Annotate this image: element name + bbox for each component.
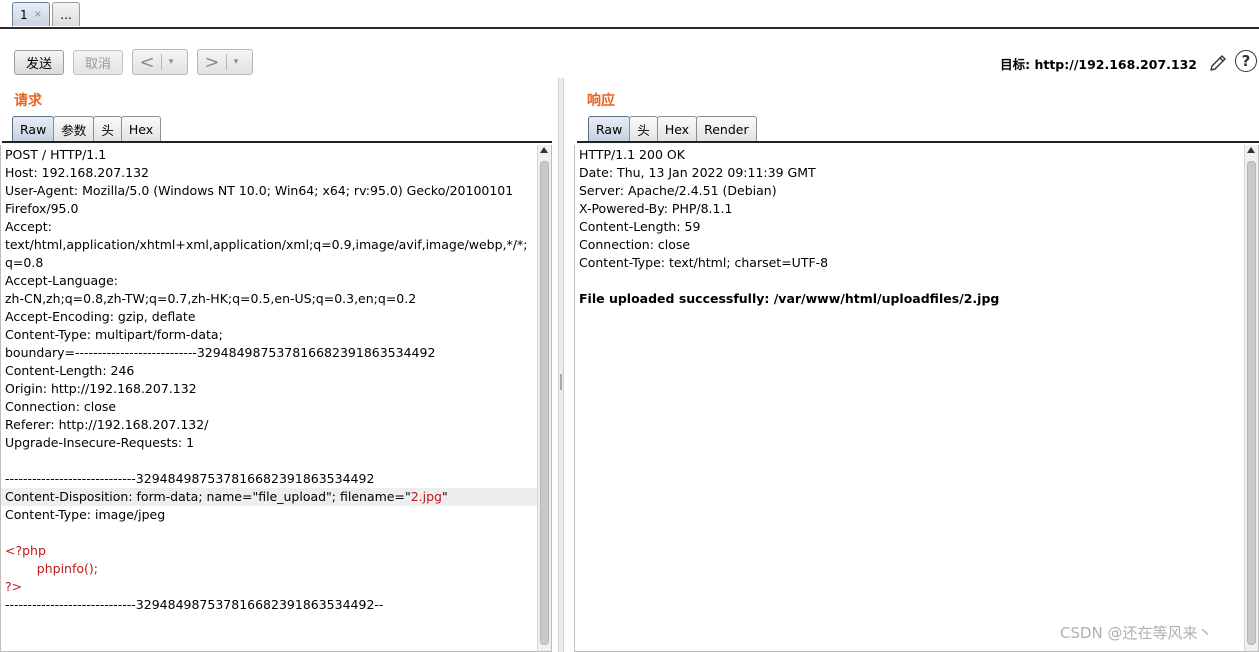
target-url: http://192.168.207.132 (1034, 57, 1197, 72)
pencil-icon[interactable] (1207, 52, 1229, 74)
php-close-tag: ?> (5, 579, 23, 594)
forward-arrow-icon: > (204, 51, 220, 73)
request-tab-params[interactable]: 参数 (53, 116, 95, 142)
response-tab-render[interactable]: Render (696, 116, 757, 142)
filename-quote: " (441, 489, 448, 504)
target-display: 目标: http://192.168.207.132 (1000, 54, 1197, 73)
request-line: boundary=---------------------------3294… (5, 345, 436, 360)
php-open-tag: <?php (5, 543, 46, 558)
help-icon[interactable]: ? (1235, 50, 1257, 72)
response-tab-hex[interactable]: Hex (656, 116, 698, 142)
request-line: Content-Type: multipart/form-data; (5, 327, 223, 342)
request-subtabs: Raw 参数 头 Hex (12, 116, 162, 142)
window-tab-more[interactable]: ... (52, 2, 80, 26)
request-line (1, 524, 551, 542)
response-tab-headers[interactable]: 头 (629, 116, 658, 142)
request-line-highlighted: Content-Disposition: form-data; name="fi… (1, 488, 551, 506)
request-line: Origin: http://192.168.207.132 (5, 381, 197, 396)
window-tab-strip: 1 × ... (0, 0, 1259, 30)
request-line: Connection: close (5, 399, 117, 414)
request-line: Accept: (5, 219, 52, 234)
toolbar: 发送 取消 < ▾ > ▾ 目标: http://192.168.207.132… (0, 30, 1259, 85)
response-subtabs: Raw 头 Hex Render (588, 116, 757, 142)
request-pane-title: 请求 (14, 93, 42, 109)
close-icon[interactable]: × (34, 9, 42, 20)
window-tab-label: 1 (19, 7, 28, 22)
pane-splitter[interactable] (558, 78, 564, 652)
content-disposition-text: Content-Disposition: form-data; name="fi… (5, 489, 411, 504)
request-tab-headers[interactable]: 头 (93, 116, 122, 142)
response-tab-raw[interactable]: Raw (588, 116, 631, 142)
request-line: Upgrade-Insecure-Requests: 1 (5, 435, 195, 450)
tab-strip-divider (0, 27, 1259, 29)
request-tab-hex[interactable]: Hex (120, 116, 162, 142)
back-arrow-icon: < (139, 51, 155, 73)
request-line: Accept-Language: (5, 273, 119, 288)
response-body: File uploaded successfully: /var/www/htm… (579, 291, 1000, 306)
response-line: Content-Length: 59 (579, 219, 701, 234)
request-line: zh-CN,zh;q=0.8,zh-TW;q=0.7,zh-HK;q=0.5,e… (5, 291, 417, 306)
request-line: -----------------------------32948498753… (5, 597, 384, 612)
response-line: HTTP/1.1 200 OK (579, 147, 685, 162)
request-line (1, 452, 551, 470)
response-scrollbar[interactable] (1244, 145, 1258, 651)
response-pane-title: 响应 (587, 93, 615, 109)
response-line: Date: Thu, 13 Jan 2022 09:11:39 GMT (579, 165, 816, 180)
response-line: X-Powered-By: PHP/8.1.1 (579, 201, 733, 216)
request-tab-raw[interactable]: Raw (12, 116, 55, 142)
response-tab-underline (577, 141, 1259, 143)
request-line: Content-Length: 246 (5, 363, 135, 378)
scroll-thumb[interactable] (1247, 161, 1256, 645)
cancel-button[interactable]: 取消 (73, 50, 123, 75)
window-tab-1[interactable]: 1 × (12, 2, 50, 26)
request-line: Host: 192.168.207.132 (5, 165, 150, 180)
request-line: text/html,application/xhtml+xml,applicat… (5, 237, 528, 252)
response-line: Server: Apache/2.4.51 (Debian) (579, 183, 777, 198)
request-line: Firefox/95.0 (5, 201, 79, 216)
target-label: 目标: (1000, 57, 1031, 72)
request-line: Accept-Encoding: gzip, deflate (5, 309, 196, 324)
request-scrollbar[interactable] (537, 145, 551, 651)
watermark: CSDN @还在等风来丶 (1060, 624, 1213, 642)
request-line: User-Agent: Mozilla/5.0 (Windows NT 10.0… (5, 183, 514, 198)
filename-value: 2.jpg (410, 489, 442, 504)
send-button[interactable]: 发送 (14, 50, 64, 75)
request-line: q=0.8 (5, 255, 44, 270)
scroll-thumb[interactable] (540, 161, 549, 645)
request-line: -----------------------------32948498753… (5, 471, 375, 486)
scroll-up-icon[interactable] (1247, 147, 1255, 153)
response-line: Content-Type: text/html; charset=UTF-8 (579, 255, 829, 270)
scroll-up-icon[interactable] (540, 147, 548, 153)
request-editor[interactable]: POST / HTTP/1.1 Host: 192.168.207.132 Us… (0, 145, 552, 652)
back-button[interactable]: < ▾ (132, 49, 188, 75)
response-line: Connection: close (579, 237, 691, 252)
request-line: POST / HTTP/1.1 (5, 147, 107, 162)
dropdown-icon[interactable]: ▾ (162, 57, 180, 67)
splitter-grip-icon[interactable] (560, 374, 562, 390)
request-tab-underline (2, 141, 552, 143)
response-editor[interactable]: HTTP/1.1 200 OK Date: Thu, 13 Jan 2022 0… (574, 145, 1259, 652)
request-line: Content-Type: image/jpeg (5, 507, 166, 522)
dropdown-icon[interactable]: ▾ (227, 57, 245, 67)
response-line (575, 272, 1258, 290)
php-code-line: phpinfo(); (5, 561, 98, 576)
forward-button[interactable]: > ▾ (197, 49, 253, 75)
window-tab-label: ... (60, 7, 72, 22)
request-line: Referer: http://192.168.207.132/ (5, 417, 209, 432)
